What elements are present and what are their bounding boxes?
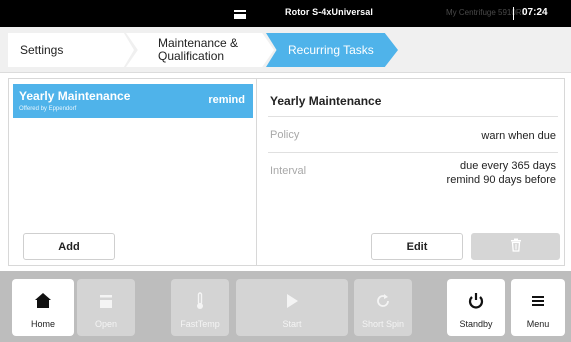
short-spin-icon <box>374 292 392 310</box>
task-subtitle: Offered by Eppendorf <box>19 106 77 112</box>
status-divider <box>513 7 514 20</box>
home-label: Home <box>30 319 55 329</box>
breadcrumb: Settings Maintenance & Qualification Recu… <box>0 27 571 73</box>
task-detail: Yearly Maintenance Policy warn when due … <box>258 79 564 229</box>
add-button[interactable]: Add <box>23 233 115 260</box>
home-icon <box>34 292 52 310</box>
clock: 07:24 <box>522 7 548 18</box>
detail-title: Yearly Maintenance <box>270 94 382 108</box>
delete-button[interactable] <box>471 233 560 260</box>
interval-due: due every 365 days <box>459 160 556 172</box>
breadcrumb-maintenance-label: Maintenance & Qualification <box>158 36 239 63</box>
short-spin-label: Short Spin <box>361 319 405 329</box>
breadcrumb-settings[interactable]: Settings <box>8 33 134 67</box>
centrifuge-lid-icon <box>233 6 247 20</box>
home-button[interactable]: Home <box>12 279 74 336</box>
breadcrumb-maintenance[interactable]: Maintenance & Qualification <box>126 33 274 67</box>
standby-label: Standby <box>459 319 493 329</box>
menu-label: Menu <box>526 319 550 329</box>
short-spin-button[interactable]: Short Spin <box>354 279 412 336</box>
breadcrumb-recurring-tasks[interactable]: Recurring Tasks <box>266 33 398 67</box>
lid-open-icon <box>97 292 115 310</box>
start-label: Start <box>282 319 302 329</box>
power-icon <box>467 292 485 310</box>
breadcrumb-recurring-label: Recurring Tasks <box>288 43 374 57</box>
edit-button[interactable]: Edit <box>371 233 463 260</box>
device-name: My Centrifuge 5910Ri <box>446 8 524 17</box>
interval-remind: remind 90 days before <box>446 174 556 186</box>
status-bar: Rotor S-4xUniversal My Centrifuge 5910Ri… <box>0 0 571 27</box>
start-button[interactable]: Start <box>236 279 348 336</box>
fasttemp-button[interactable]: FastTemp <box>171 279 229 336</box>
divider <box>268 116 558 117</box>
task-status: remind <box>208 94 245 106</box>
interval-value: due every 365 days remind 90 days before <box>447 159 556 187</box>
thermometer-icon <box>191 292 209 310</box>
open-label: Open <box>94 319 118 329</box>
policy-label: Policy <box>270 129 300 141</box>
task-title: Yearly Maintenance <box>19 89 131 103</box>
open-button[interactable]: Open <box>77 279 135 336</box>
bottom-nav: Home Open FastTemp Start Short Spin Stan… <box>0 271 571 342</box>
menu-icon <box>529 292 547 310</box>
breadcrumb-settings-label: Settings <box>20 43 64 57</box>
play-icon <box>283 292 301 310</box>
standby-button[interactable]: Standby <box>447 279 505 336</box>
interval-label: Interval <box>270 165 307 177</box>
menu-button[interactable]: Menu <box>511 279 565 336</box>
rotor-name: Rotor S-4xUniversal <box>285 7 373 17</box>
trash-icon <box>509 238 523 255</box>
main-panel: Yearly Maintenance Offered by Eppendorf … <box>8 78 565 266</box>
divider <box>268 152 558 153</box>
task-list-item[interactable]: Yearly Maintenance Offered by Eppendorf … <box>13 84 253 118</box>
fasttemp-label: FastTemp <box>180 319 220 329</box>
policy-value: warn when due <box>481 130 556 142</box>
